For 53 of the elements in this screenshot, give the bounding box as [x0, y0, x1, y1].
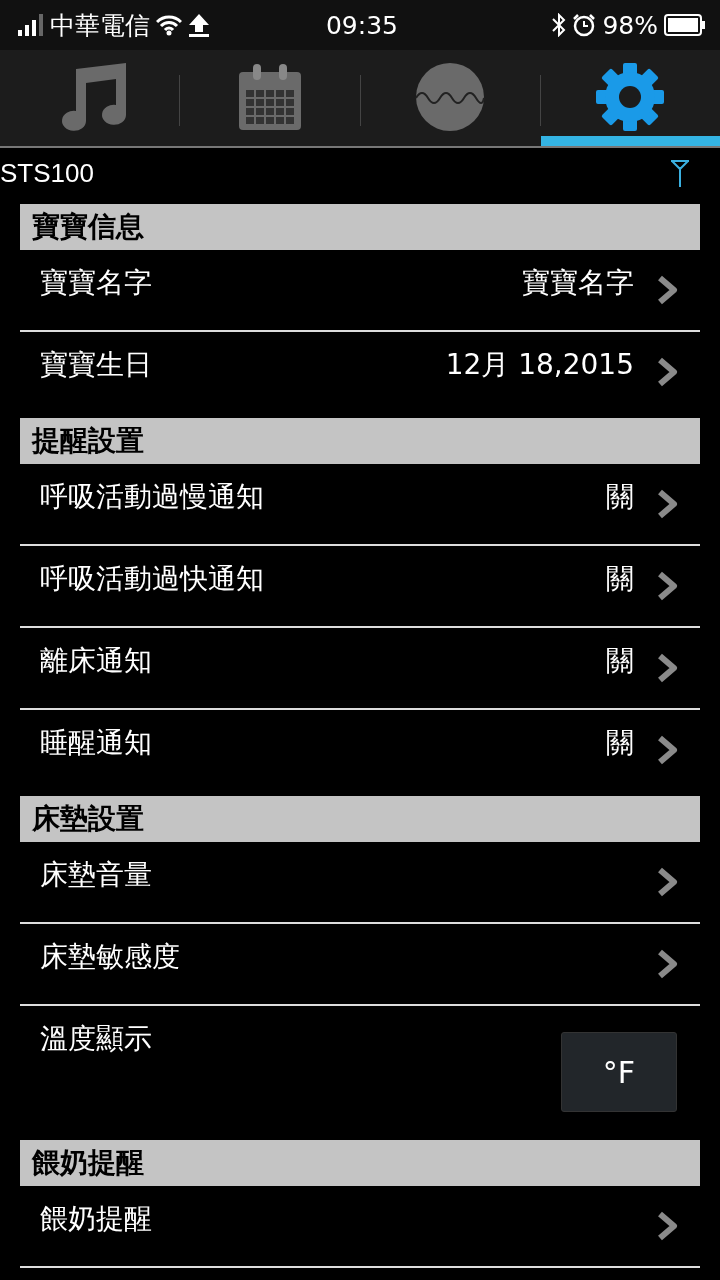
bluetooth-icon [552, 13, 567, 37]
chevron-icon [656, 1210, 680, 1242]
chevron-icon [656, 274, 680, 306]
row-value: 寶寶名字 [522, 265, 634, 301]
chevron-icon [656, 948, 680, 980]
carrier-name: 中華電信 [50, 9, 150, 42]
unit-toggle-button[interactable]: °F [561, 1032, 677, 1112]
chevron-icon [656, 356, 680, 388]
chevron-icon [656, 488, 680, 520]
section-header: 寶寶信息 [20, 204, 700, 250]
row-label: 離床通知 [40, 643, 153, 679]
row-label: 呼吸活動過快通知 [40, 561, 265, 597]
device-name: STS100 [0, 157, 94, 189]
calendar-icon [236, 62, 303, 132]
section-header: 提醒設置 [20, 418, 700, 464]
settings-row[interactable]: 睡醒通知 關 [20, 710, 700, 790]
settings-row[interactable]: 寶寶名字 寶寶名字 [20, 250, 700, 330]
row-label: 床墊敏感度 [40, 939, 181, 975]
signal-icon [18, 14, 44, 36]
row-value: 關 [606, 561, 634, 597]
settings-row[interactable]: 餵奶提醒 [20, 1186, 700, 1266]
settings-icon [595, 62, 666, 132]
section-header: 床墊設置 [20, 796, 700, 842]
clock-time: 09:35 [325, 10, 398, 40]
chevron-icon [656, 866, 680, 898]
row-label: 床墊音量 [40, 857, 153, 893]
wifi-icon [156, 14, 182, 36]
row-label: 溫度顯示 [40, 1021, 153, 1057]
row-label: 睡醒通知 [40, 725, 153, 761]
settings-row[interactable]: 寶寶生日 12月 18,2015 [20, 332, 700, 412]
settings-row[interactable]: 呼吸活動過慢通知 關 [20, 464, 700, 544]
row-value: 12月 18,2015 [445, 347, 634, 383]
battery-percent: 98% [602, 10, 658, 40]
row-value: 關 [606, 479, 634, 515]
row-value: 關 [606, 725, 634, 761]
chevron-icon [656, 652, 680, 684]
chevron-icon [656, 734, 680, 766]
chevron-icon [656, 570, 680, 602]
settings-row[interactable]: 床墊敏感度 [20, 924, 700, 1004]
wave-icon [415, 62, 486, 132]
row-label: 餵奶提醒 [40, 1201, 153, 1237]
row-value: 關 [606, 643, 634, 679]
row-label: 呼吸活動過慢通知 [40, 479, 265, 515]
alarm-icon [572, 13, 597, 37]
section-header: 餵奶提醒 [20, 1140, 700, 1186]
upload-icon [188, 13, 210, 37]
row-label: 寶寶生日 [40, 347, 153, 383]
settings-row[interactable]: 呼吸活動過快通知 關 [20, 546, 700, 626]
row-label: 寶寶名字 [40, 265, 153, 301]
antenna-icon [670, 159, 690, 187]
battery-icon [664, 14, 706, 36]
settings-row[interactable]: 離床通知 關 [20, 628, 700, 708]
settings-row[interactable]: 床墊音量 [20, 842, 700, 922]
